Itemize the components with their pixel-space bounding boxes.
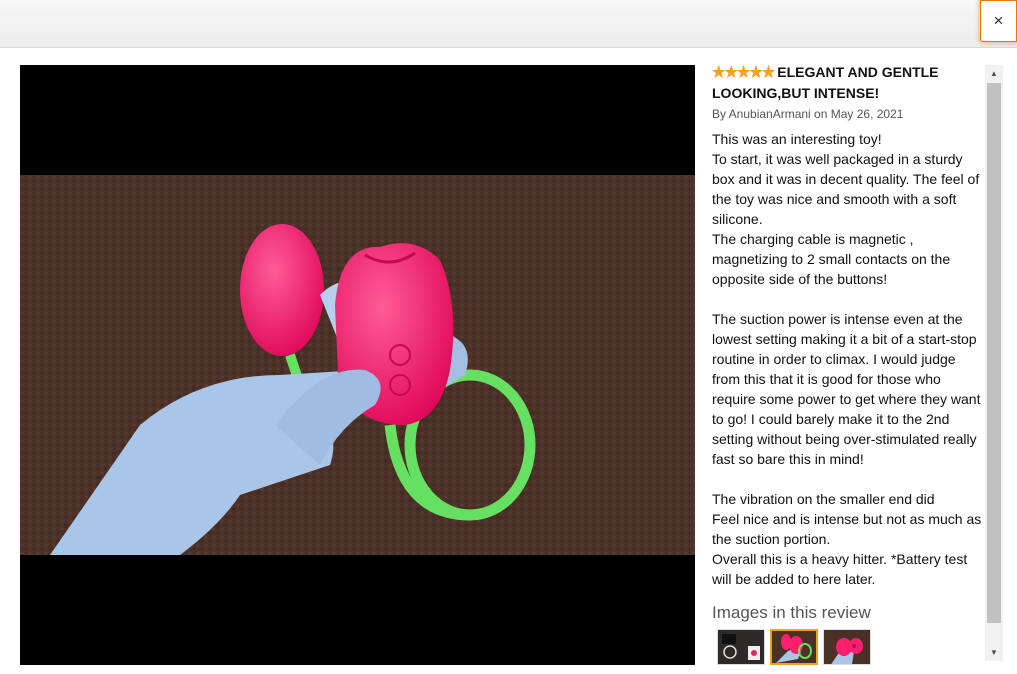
scrollbar-thumb[interactable] <box>987 83 1001 623</box>
dialog-header: × <box>0 0 1017 48</box>
review-body: This was an interesting toy! To start, i… <box>712 131 982 587</box>
thumb-product-in-hand[interactable] <box>770 629 818 665</box>
review-photo <box>20 175 695 555</box>
star-rating-icon: ★★★★★ <box>712 64 775 81</box>
review-title-row: ★★★★★ ELEGANT AND GENTLE LOOKING,BUT INTE… <box>712 62 984 103</box>
close-icon: × <box>993 11 1004 30</box>
review-scrollbar[interactable]: ▲ ▼ <box>985 65 1003 661</box>
review-panel: ★★★★★ ELEGANT AND GENTLE LOOKING,BUT INTE… <box>712 62 984 665</box>
scroll-up-icon[interactable]: ▲ <box>985 65 1003 82</box>
close-button[interactable]: × <box>980 0 1017 42</box>
review-image-viewer <box>20 65 695 665</box>
images-heading: Images in this review <box>712 603 871 622</box>
review-thumbnails <box>712 629 984 665</box>
thumb-product-closeup[interactable] <box>823 629 871 665</box>
review-byline: By AnubianArmani on May 26, 2021 <box>712 107 904 121</box>
thumb-packaging[interactable] <box>717 629 765 665</box>
scroll-down-icon[interactable]: ▼ <box>985 644 1003 661</box>
